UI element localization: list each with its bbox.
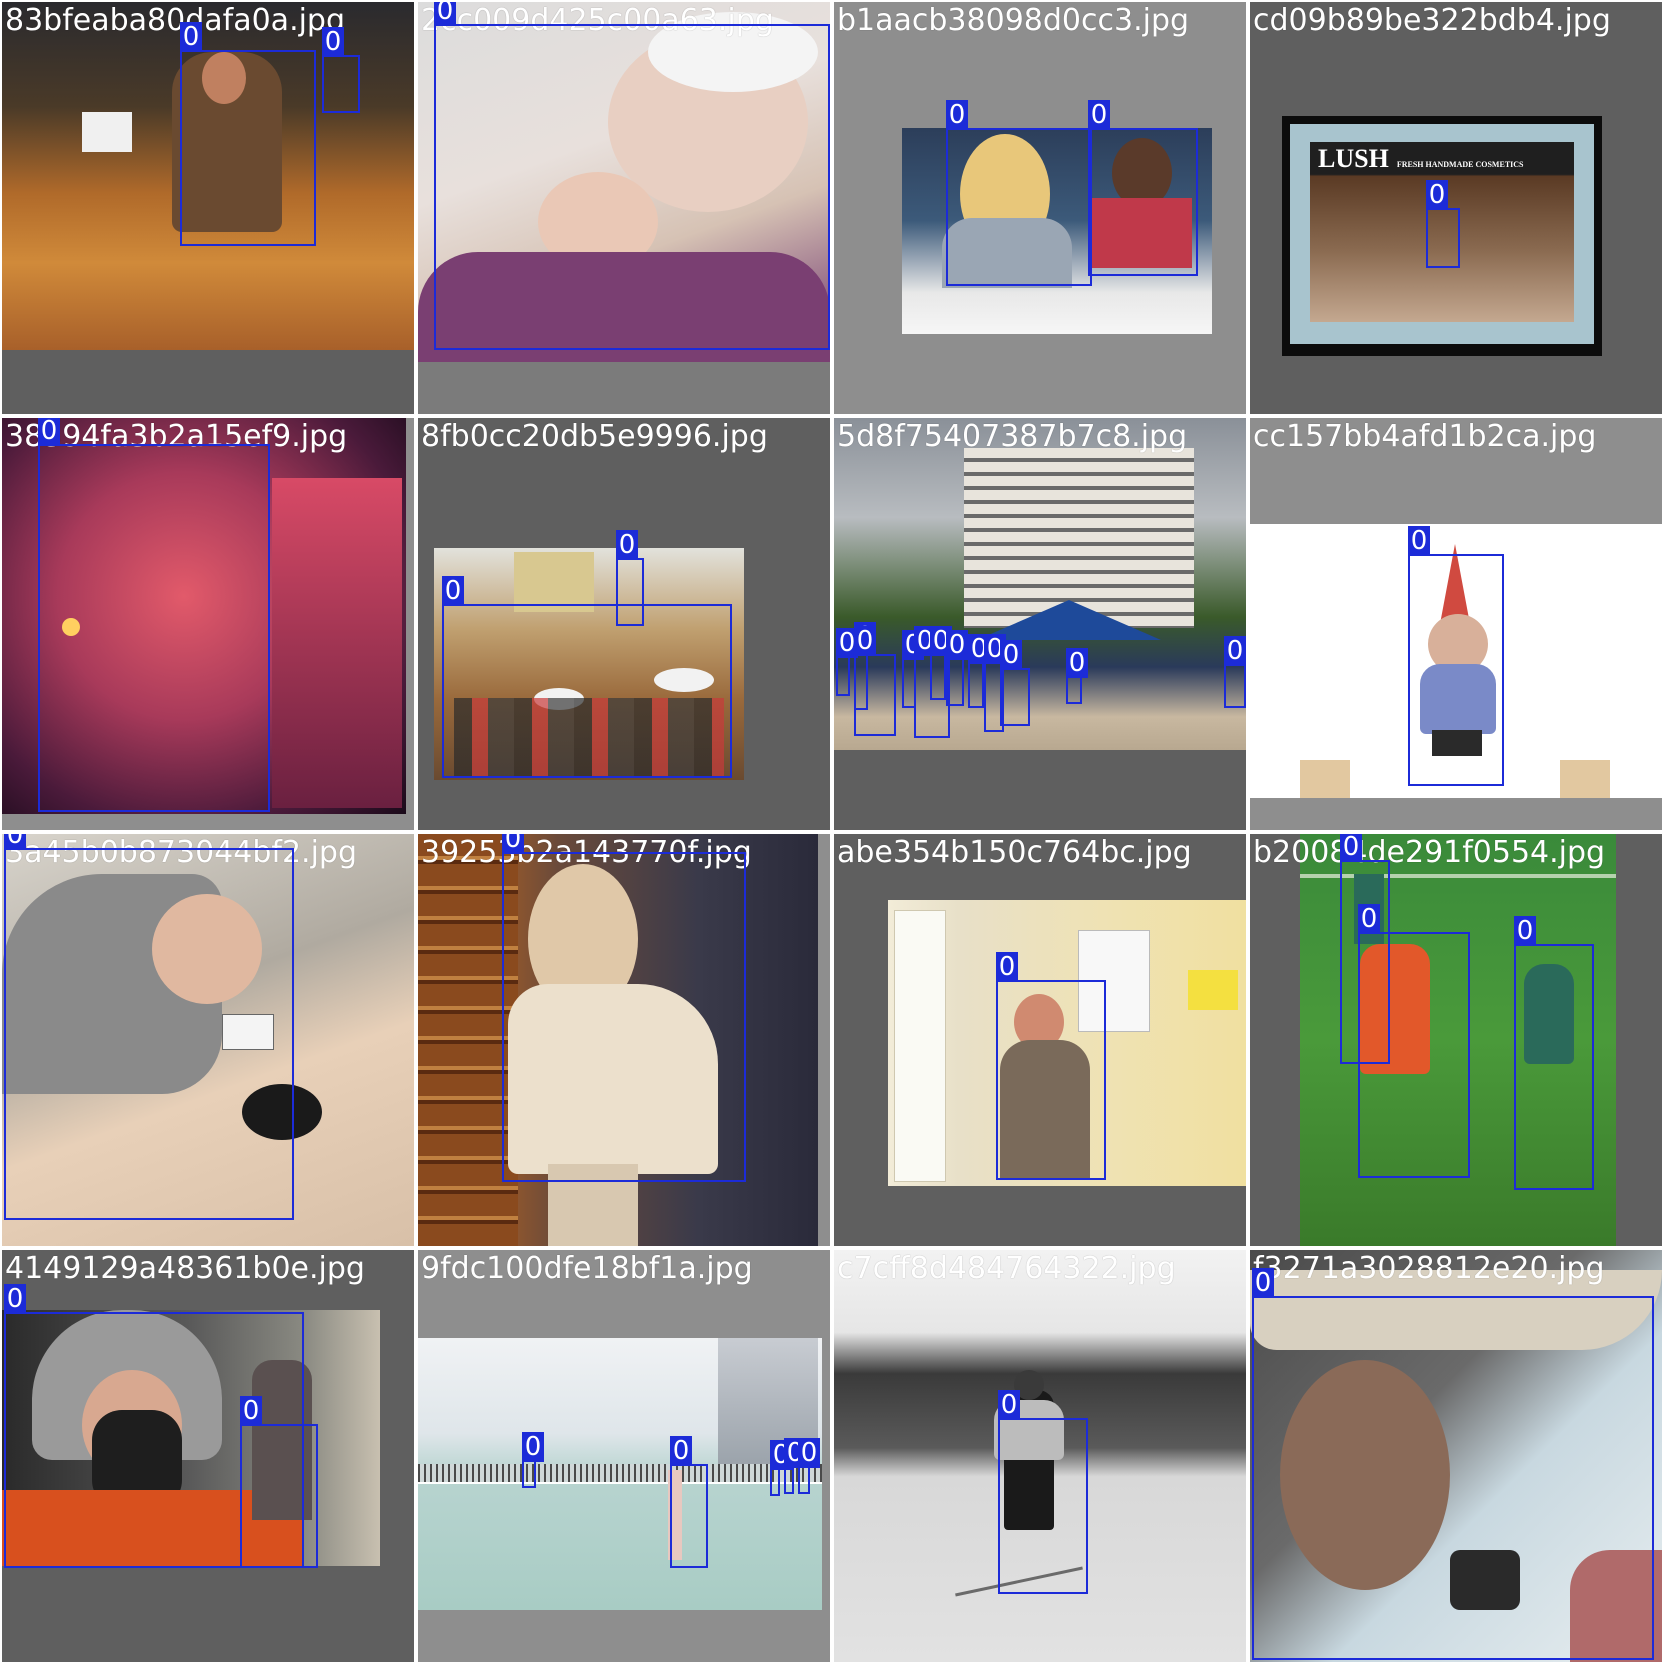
mosaic-tile[interactable]: abe354b150c764bc.jpg 0 [834,834,1246,1246]
filename-label: 5d8f75407387b7c8.jpg [837,419,1188,454]
detection-box: 0 [968,634,990,708]
detection-box: 0 [784,1438,806,1494]
filename-label: 8fb0cc20db5e9996.jpg [421,419,768,454]
detection-box: 0 [946,100,1092,286]
mosaic-tile[interactable]: b1aacb38098d0cc3.jpg 0 0 [834,2,1246,414]
class-tag: 0 [1224,636,1246,666]
class-tag: 0 [4,1284,26,1314]
detection-box: 0 [1252,1268,1654,1660]
class-tag: 0 [4,834,26,850]
class-tag: 0 [322,27,344,57]
class-tag: 0 [616,530,638,560]
filename-label: abe354b150c764bc.jpg [837,835,1192,870]
mosaic-tile[interactable]: 9fdc100dfe18bf1a.jpg 0 0 0 0 0 [418,1250,830,1662]
mosaic-tile[interactable]: 4149129a48361b0e.jpg 0 0 [2,1250,414,1662]
filename-label: 4149129a48361b0e.jpg [5,1251,365,1286]
filename-label: c7cff8d484764322.jpg [837,1251,1176,1286]
mosaic-tile[interactable]: 38394fa3b2a15ef9.jpg 0 [2,418,414,830]
class-tag: 0 [854,626,876,656]
class-tag: 0 [180,22,202,52]
sign-text: LUSH [1318,144,1389,173]
mosaic-grid: 83bfeaba80dafa0a.jpg 0 0 2cc009d425c00a6… [0,0,1664,1664]
detection-box: 0 [240,1396,318,1568]
detection-box: 0 [616,530,644,626]
filename-label: b20084de291f0554.jpg [1253,835,1606,870]
mosaic-tile[interactable]: cc157bb4afd1b2ca.jpg 0 [1250,418,1662,830]
mosaic-tile[interactable]: 83bfeaba80dafa0a.jpg 0 0 [2,2,414,414]
detection-box: 0 [1066,648,1088,704]
class-tag: 0 [1426,180,1448,210]
class-tag: 0 [798,1438,820,1468]
detection-box: 0 [836,628,858,696]
detection-box: 0 [1224,636,1246,708]
class-tag: 0 [38,418,60,446]
class-tag: 0 [1088,100,1110,130]
tile-photo [418,1338,822,1610]
mosaic-tile[interactable]: f3271a3028812e20.jpg 0 [1250,1250,1662,1662]
detection-box: 0 [1358,904,1470,1178]
mosaic-tile[interactable]: 8fb0cc20db5e9996.jpg 0 0 [418,418,830,830]
class-tag: 0 [1340,834,1362,862]
detection-box: 0 [180,22,316,246]
detection-box: 0 [996,952,1106,1180]
filename-label: 83bfeaba80dafa0a.jpg [5,3,346,38]
class-tag: 0 [502,834,524,854]
class-tag: 0 [946,630,968,660]
mosaic-tile[interactable]: 5d8f75407387b7c8.jpg 0 0 0 0 0 0 0 0 0 0… [834,418,1246,830]
detection-box: 0 [322,27,360,113]
class-tag: 0 [996,952,1018,982]
class-tag: 0 [442,576,464,606]
detection-box: 0 [442,576,732,778]
detection-box: 0 [1514,916,1594,1190]
class-tag: 0 [1000,640,1022,670]
detection-box: 0 [854,626,896,736]
filename-label: 9fdc100dfe18bf1a.jpg [421,1251,753,1286]
detection-box: 0 [930,626,952,700]
class-tag: 0 [1408,526,1430,556]
shop-sign: LUSH FRESH HANDMADE COSMETICS [1318,144,1568,174]
mosaic-tile[interactable]: 3a45b0b873044bf2.jpg 0 [2,834,414,1246]
class-tag: 0 [998,1390,1020,1420]
mosaic-tile[interactable]: 39253b2a143770f.jpg 0 [418,834,830,1246]
filename-label: b1aacb38098d0cc3.jpg [837,3,1190,38]
detection-box: 0 [1426,180,1460,268]
mosaic-tile[interactable]: LUSH FRESH HANDMADE COSMETICS cd09b89be3… [1250,2,1662,414]
detection-box: 0 [946,630,968,706]
mosaic-tile[interactable]: 2cc009d425c00a63.jpg 0 [418,2,830,414]
class-tag: 0 [434,2,456,26]
class-tag: 0 [1358,904,1380,934]
detection-box: 0 [434,2,830,350]
class-tag: 0 [1514,916,1536,946]
detection-box: 0 [670,1436,708,1568]
class-tag: 0 [670,1436,692,1466]
filename-label: cd09b89be322bdb4.jpg [1253,3,1611,38]
detection-box: 0 [38,418,270,812]
sign-subtext: FRESH HANDMADE COSMETICS [1396,160,1524,169]
detection-box: 0 [1408,526,1504,786]
filename-label: f3271a3028812e20.jpg [1253,1251,1605,1286]
mosaic-tile[interactable]: c7cff8d484764322.jpg 0 [834,1250,1246,1662]
class-tag: 0 [240,1396,262,1426]
detection-box: 0 [4,834,294,1220]
detection-box: 0 [998,1390,1088,1594]
detection-box: 0 [502,834,746,1182]
filename-label: cc157bb4afd1b2ca.jpg [1253,419,1597,454]
detection-box: 0 [798,1438,820,1494]
mosaic-tile[interactable]: b20084de291f0554.jpg 0 0 0 [1250,834,1662,1246]
class-tag: 0 [1066,648,1088,678]
detection-box: 0 [1088,100,1198,276]
class-tag: 0 [946,100,968,130]
detection-box: 0 [1000,640,1030,726]
class-tag: 0 [522,1432,544,1462]
detection-box: 0 [522,1432,544,1488]
detection-box: 0 [770,1440,792,1496]
class-tag: 0 [1252,1268,1274,1298]
